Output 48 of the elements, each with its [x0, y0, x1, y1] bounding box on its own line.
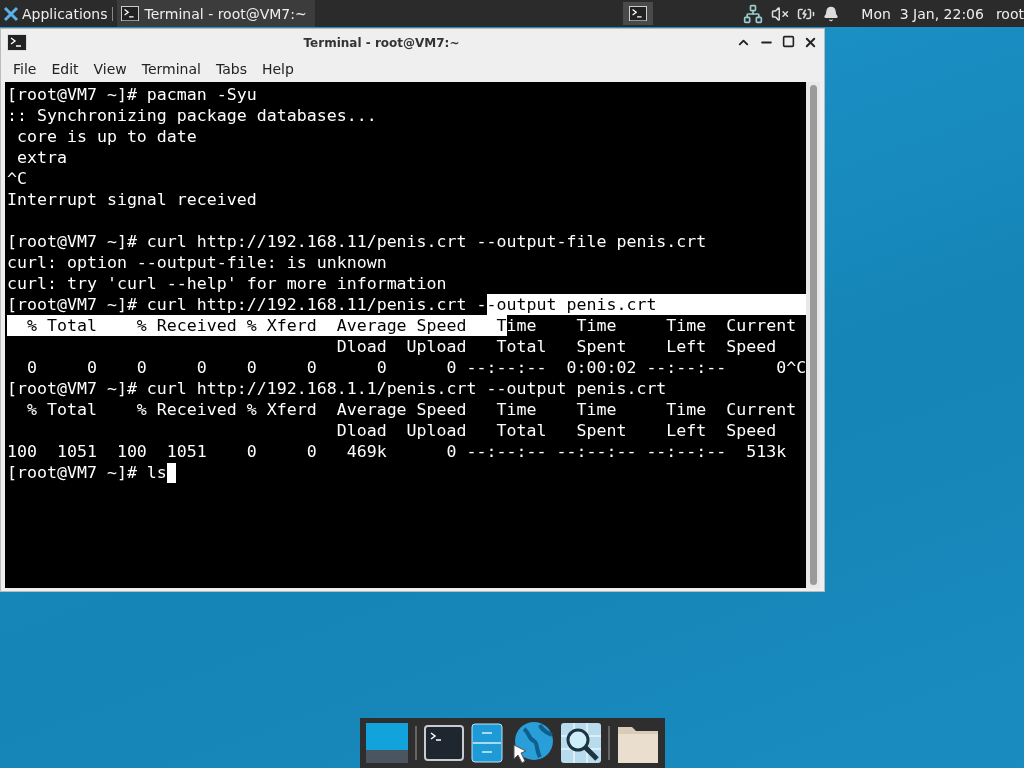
- terminal-line: curl: option --output-file: is unknown: [7, 252, 387, 273]
- menu-item[interactable]: View: [87, 61, 133, 77]
- xfce-logo-icon: [3, 5, 19, 22]
- menu-item[interactable]: Tabs: [209, 61, 253, 77]
- user-name[interactable]: root: [995, 5, 1024, 22]
- terminal-line: ^C: [7, 168, 27, 189]
- file-cabinet-icon[interactable]: [471, 723, 503, 763]
- terminal-icon: [629, 5, 648, 22]
- terminal-line: 0 0 0 0 0 0 0 0 --:--:-- 0:00:02 --:--:-- 0^C: [25, 357, 806, 378]
- terminal-icon: [120, 5, 139, 22]
- terminal-line: ime Time Time Current: [506, 315, 797, 336]
- globe-cursor-icon[interactable]: [510, 721, 554, 765]
- bell-icon[interactable]: [823, 5, 840, 22]
- terminal-line: [root@VM7 ~]# pacman -Syu: [7, 84, 257, 105]
- terminal-line: [root@VM7 ~]# curl http://192.168.1.1/penis.crt --output penis.crt: [7, 378, 667, 399]
- taskbar-button[interactable]: Terminal - root@VM7:~: [116, 0, 315, 27]
- applications-menu[interactable]: Applications: [0, 0, 114, 27]
- search-icon[interactable]: [561, 723, 601, 763]
- menu-item[interactable]: Edit: [45, 61, 85, 77]
- scrollbar[interactable]: [806, 82, 820, 588]
- maximize-icon[interactable]: [782, 35, 795, 48]
- menu-item[interactable]: Terminal: [135, 61, 207, 77]
- terminal-line: [root@VM7 ~]# ls: [7, 462, 167, 483]
- show-desktop-icon[interactable]: [366, 723, 408, 763]
- volume-muted-icon[interactable]: [771, 4, 790, 23]
- terminal-line: Dload Upload Total Spent Left Speed: [335, 336, 777, 357]
- terminal-line: 100 1051 100 1051 0 0 469k 0 --:--:-- --:--:-- --:--:-- 513k: [7, 441, 787, 462]
- workspace-button[interactable]: [623, 2, 654, 25]
- terminal-line: [root@VM7 ~]# curl http://192.168.11/penis.crt --output-file penis.crt: [7, 231, 707, 252]
- clock[interactable]: Mon 3 Jan, 22:06: [861, 5, 984, 22]
- selected-text: -output penis.crt: [486, 294, 806, 315]
- terminal-icon[interactable]: [424, 725, 464, 761]
- menu-item[interactable]: Help: [255, 61, 300, 77]
- terminal-icon: [7, 34, 27, 51]
- terminal-line: Dload Upload Total Spent Left Speed: [335, 420, 777, 441]
- terminal-line: % Total % Received % Xferd Average Speed Time Time Time Current: [25, 399, 797, 420]
- network-icon[interactable]: [743, 3, 764, 24]
- menu-item[interactable]: File: [7, 61, 43, 77]
- terminal-line: extra: [16, 147, 67, 168]
- terminal-line: curl: try 'curl --help' for more information: [7, 273, 447, 294]
- selected-text: % Total % Received % Xferd Average Speed T: [7, 315, 507, 336]
- terminal-line: Interrupt signal received: [7, 189, 257, 210]
- terminal-line: core is up to date: [16, 126, 197, 147]
- close-icon[interactable]: [803, 35, 818, 50]
- terminal-line: :: Synchronizing package databases...: [7, 105, 377, 126]
- text-cursor: [166, 463, 176, 483]
- terminal-line: [root@VM7 ~]# curl http://192.168.11/penis.crt -: [7, 294, 487, 315]
- window-title: Terminal - root@VM7:~: [302, 35, 461, 50]
